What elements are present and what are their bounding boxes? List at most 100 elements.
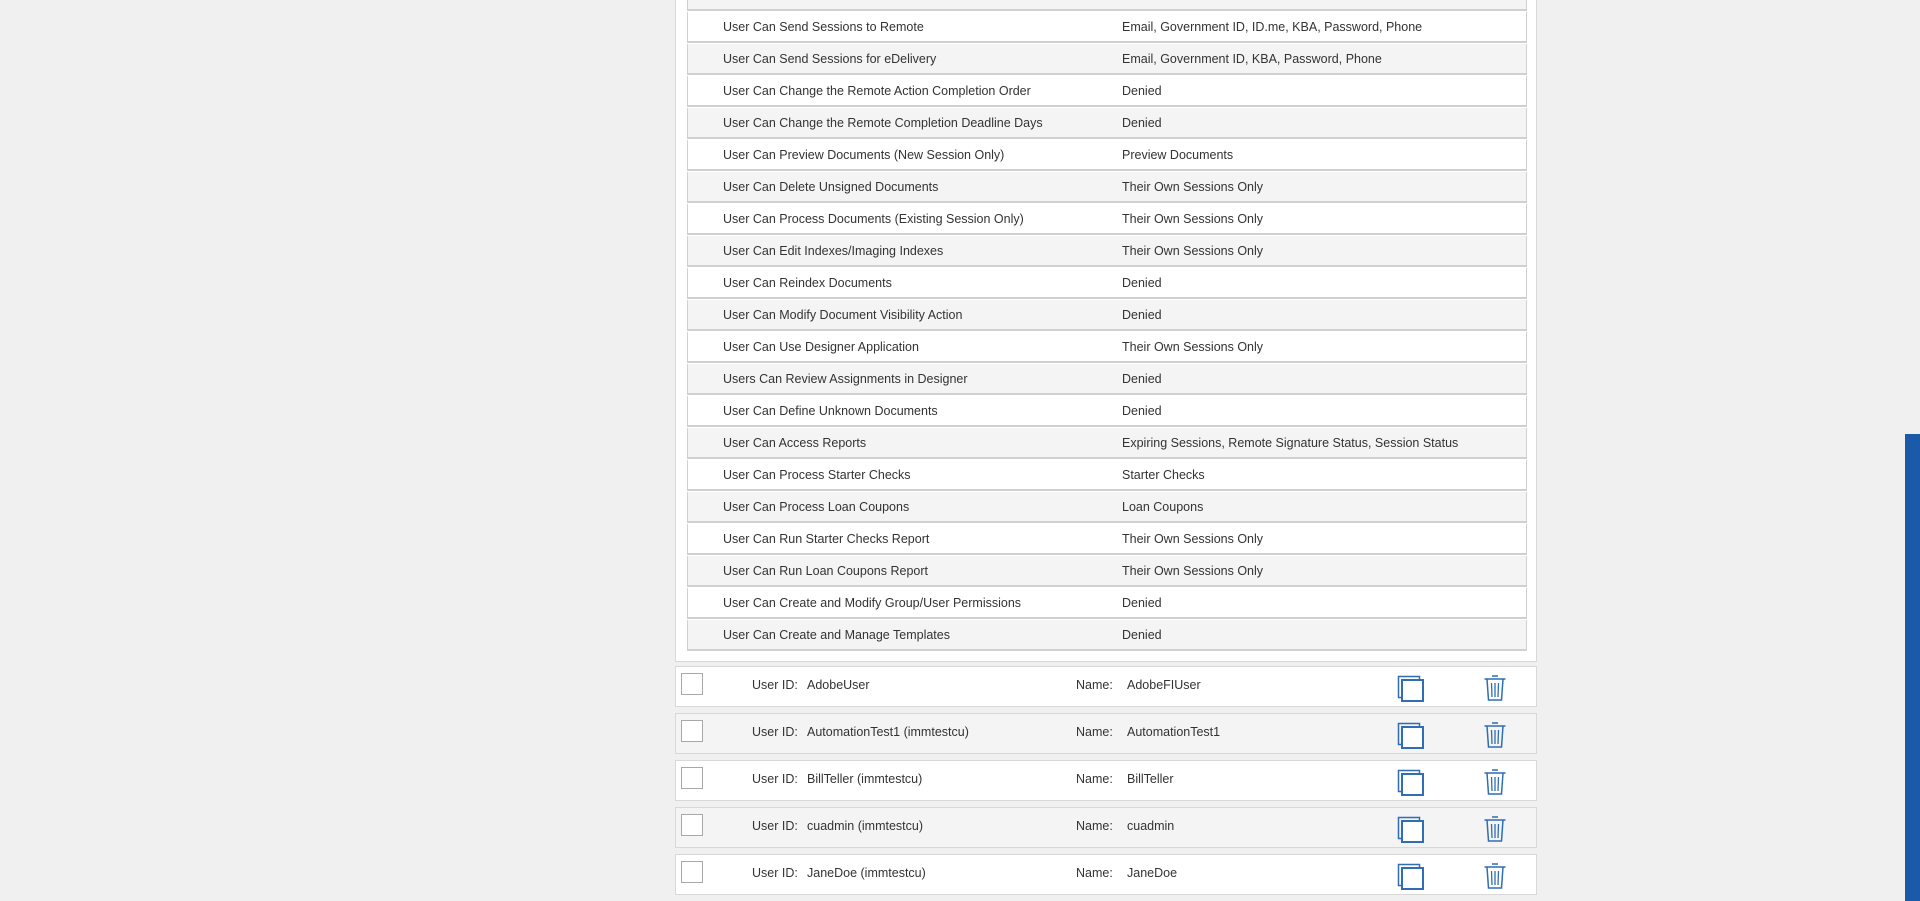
user-id-label: User ID: <box>752 819 798 833</box>
copy-icon <box>1397 863 1424 890</box>
user-select-checkbox[interactable] <box>681 720 703 742</box>
user-name-label: Name: <box>1076 725 1113 739</box>
user-select-checkbox[interactable] <box>681 814 703 836</box>
permission-name: User Can Preview Documents (New Session … <box>723 147 1005 162</box>
permission-value: Their Own Sessions Only <box>1122 243 1264 258</box>
permission-name: User Can Send Sessions to Remote <box>723 19 924 34</box>
permission-row: User Can Create and Manage Templates Deni… <box>687 620 1527 651</box>
permission-row: Users Can Review Assignments in Designer… <box>687 364 1527 395</box>
user-id-value: AutomationTest1 (immtestcu) <box>807 725 969 739</box>
permissions-panel: User Can Send Sessions to Remote Email, G… <box>675 0 1537 662</box>
permission-value: Expiring Sessions, Remote Signature Stat… <box>1122 435 1459 450</box>
permission-row: User Can Reindex Documents Denied <box>687 268 1527 299</box>
permission-value: Their Own Sessions Only <box>1122 531 1264 546</box>
delete-user-button[interactable] <box>1483 674 1507 702</box>
copy-user-button[interactable] <box>1397 675 1425 703</box>
copy-icon <box>1397 816 1424 843</box>
permission-value: Their Own Sessions Only <box>1122 179 1264 194</box>
permission-name: User Can Define Unknown Documents <box>723 403 938 418</box>
copy-user-button[interactable] <box>1397 863 1425 891</box>
permission-name: User Can Edit Indexes/Imaging Indexes <box>723 243 944 258</box>
user-name-value: cuadmin <box>1127 819 1175 833</box>
trash-icon <box>1484 722 1506 748</box>
trash-icon <box>1484 863 1506 889</box>
permission-row: User Can Send Sessions for eDelivery Emai… <box>687 44 1527 75</box>
page: User Can Send Sessions to Remote Email, G… <box>0 0 1920 901</box>
permission-name: User Can Access Reports <box>723 435 867 450</box>
user-row: User ID: cuadmin (immtestcu) Name: cuadmin <box>675 807 1537 848</box>
copy-icon <box>1397 769 1424 796</box>
permission-row: User Can Run Starter Checks Report Their … <box>687 524 1527 555</box>
permission-value: Their Own Sessions Only <box>1122 211 1264 226</box>
trash-icon <box>1484 675 1506 701</box>
permission-row: User Can Access Reports Expiring Sessions… <box>687 428 1527 459</box>
permission-row: User Can Edit Indexes/Imaging Indexes The… <box>687 236 1527 267</box>
user-id-value: JaneDoe (immtestcu) <box>807 866 926 880</box>
copy-icon <box>1397 722 1424 749</box>
permission-name: User Can Process Loan Coupons <box>723 499 910 514</box>
permission-value: Email, Government ID, KBA, Password, Pho… <box>1122 51 1382 66</box>
permission-value: Denied <box>1122 83 1162 98</box>
permission-row: User Can Process Starter Checks Starter C… <box>687 460 1527 491</box>
user-name-value: AdobeFIUser <box>1127 678 1201 692</box>
delete-user-button[interactable] <box>1483 815 1507 843</box>
permission-row: User Can Process Loan Coupons Loan Coupon… <box>687 492 1527 523</box>
user-name-label: Name: <box>1076 678 1113 692</box>
permission-name: Users Can Review Assignments in Designer <box>723 371 968 386</box>
trash-icon <box>1484 769 1506 795</box>
permission-value: Denied <box>1122 627 1162 642</box>
permission-name: User Can Create and Modify Group/User Pe… <box>723 595 1022 610</box>
permission-row: User Can Send Sessions to Remote Email, G… <box>687 12 1527 43</box>
user-name-label: Name: <box>1076 772 1113 786</box>
user-id-label: User ID: <box>752 678 798 692</box>
permission-value: Denied <box>1122 371 1162 386</box>
delete-user-button[interactable] <box>1483 768 1507 796</box>
permission-name: User Can Send Sessions for eDelivery <box>723 51 937 66</box>
permission-row-partial <box>687 0 1527 11</box>
permission-value: Denied <box>1122 275 1162 290</box>
user-name-value: AutomationTest1 <box>1127 725 1221 739</box>
permission-value: Starter Checks <box>1122 467 1205 482</box>
permission-name: User Can Run Starter Checks Report <box>723 531 930 546</box>
permission-value: Denied <box>1122 403 1162 418</box>
permission-row: User Can Modify Document Visibility Acti… <box>687 300 1527 331</box>
permission-value: Their Own Sessions Only <box>1122 339 1264 354</box>
copy-user-button[interactable] <box>1397 722 1425 750</box>
permission-row: User Can Use Designer Application Their O… <box>687 332 1527 363</box>
user-name-value: BillTeller <box>1127 772 1174 786</box>
permission-row: User Can Delete Unsigned Documents Their … <box>687 172 1527 203</box>
delete-user-button[interactable] <box>1483 721 1507 749</box>
permission-row: User Can Process Documents (Existing Ses… <box>687 204 1527 235</box>
user-select-checkbox[interactable] <box>681 861 703 883</box>
user-id-label: User ID: <box>752 725 798 739</box>
permission-row: User Can Preview Documents (New Session … <box>687 140 1527 171</box>
permission-name: User Can Run Loan Coupons Report <box>723 563 928 578</box>
permission-value: Denied <box>1122 115 1162 130</box>
user-id-value: BillTeller (immtestcu) <box>807 772 923 786</box>
delete-user-button[interactable] <box>1483 862 1507 890</box>
user-id-value: cuadmin (immtestcu) <box>807 819 923 833</box>
user-row: User ID: AdobeUser Name: AdobeFIUser <box>675 666 1537 707</box>
user-select-checkbox[interactable] <box>681 673 703 695</box>
user-name-label: Name: <box>1076 819 1113 833</box>
user-name-label: Name: <box>1076 866 1113 880</box>
copy-user-button[interactable] <box>1397 816 1425 844</box>
permission-name: User Can Change the Remote Action Comple… <box>723 83 1031 98</box>
permission-name: User Can Modify Document Visibility Acti… <box>723 307 963 322</box>
user-row: User ID: BillTeller (immtestcu) Name: BillT… <box>675 760 1537 801</box>
permission-name: User Can Process Documents (Existing Ses… <box>723 211 1024 226</box>
permission-row: User Can Define Unknown Documents Denied <box>687 396 1527 427</box>
permission-row: User Can Run Loan Coupons Report Their Ow… <box>687 556 1527 587</box>
user-id-label: User ID: <box>752 866 798 880</box>
user-row: User ID: JaneDoe (immtestcu) Name: JaneDoe <box>675 854 1537 895</box>
scrollbar-thumb[interactable] <box>1905 434 1920 901</box>
user-row: User ID: AutomationTest1 (immtestcu) Name:… <box>675 713 1537 754</box>
permission-value: Loan Coupons <box>1122 499 1204 514</box>
permission-value: Their Own Sessions Only <box>1122 563 1264 578</box>
copy-icon <box>1397 675 1424 702</box>
permission-value: Preview Documents <box>1122 147 1234 162</box>
user-select-checkbox[interactable] <box>681 767 703 789</box>
permission-value: Denied <box>1122 595 1162 610</box>
permission-name: User Can Change the Remote Completion De… <box>723 115 1043 130</box>
copy-user-button[interactable] <box>1397 769 1425 797</box>
